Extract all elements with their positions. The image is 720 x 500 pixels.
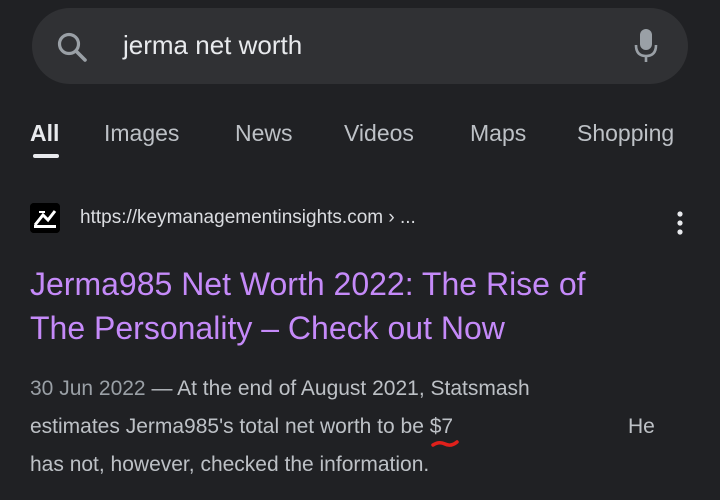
- tab-maps[interactable]: Maps: [470, 118, 526, 148]
- search-input[interactable]: jerma net worth: [123, 28, 302, 62]
- result-title-line-1[interactable]: Jerma985 Net Worth 2022: The Rise of: [30, 262, 690, 306]
- search-icon[interactable]: [54, 29, 90, 65]
- result-title-line-2[interactable]: The Personality – Check out Now: [30, 306, 690, 350]
- result-source[interactable]: https://keymanagementinsights.com › ...: [30, 198, 700, 238]
- snippet-separator: —: [145, 377, 178, 400]
- net-worth-amount: $7: [429, 408, 459, 447]
- snippet-text-3: has not, however, checked the informatio…: [30, 453, 430, 476]
- tab-all[interactable]: All: [30, 118, 59, 148]
- site-favicon-graphic: [30, 203, 60, 233]
- tab-videos[interactable]: Videos: [344, 118, 414, 148]
- site-favicon: [30, 203, 60, 233]
- result-title-link[interactable]: Jerma985 Net Worth 2022: The Rise of The…: [30, 262, 690, 350]
- result-snippet: 30 Jun 2022 — At the end of August 2021,…: [30, 370, 690, 484]
- search-tabs: All Images News Videos Maps Shopping: [0, 114, 720, 162]
- snippet-line-2: estimates Jerma985's total net worth to …: [30, 408, 690, 447]
- tab-shopping[interactable]: Shopping: [577, 118, 674, 148]
- more-vert-icon[interactable]: [670, 208, 690, 238]
- snippet-text-2: estimates Jerma985's total net worth to …: [30, 415, 430, 438]
- snippet-line-3: has not, however, checked the informatio…: [30, 446, 690, 484]
- snippet-line-1: 30 Jun 2022 — At the end of August 2021,…: [30, 370, 690, 408]
- snippet-date: 30 Jun 2022: [30, 377, 146, 400]
- active-tab-indicator: [33, 154, 59, 158]
- mic-icon[interactable]: [633, 27, 659, 65]
- tab-news[interactable]: News: [235, 118, 293, 148]
- result-url[interactable]: https://keymanagementinsights.com › ...: [80, 206, 416, 230]
- amount-text: $7: [429, 415, 454, 438]
- snippet-text-1: At the end of August 2021, Statsmash: [177, 377, 530, 400]
- snippet-trailing-text: He: [628, 415, 655, 438]
- tab-images[interactable]: Images: [104, 118, 179, 148]
- search-bar[interactable]: jerma net worth: [32, 8, 688, 84]
